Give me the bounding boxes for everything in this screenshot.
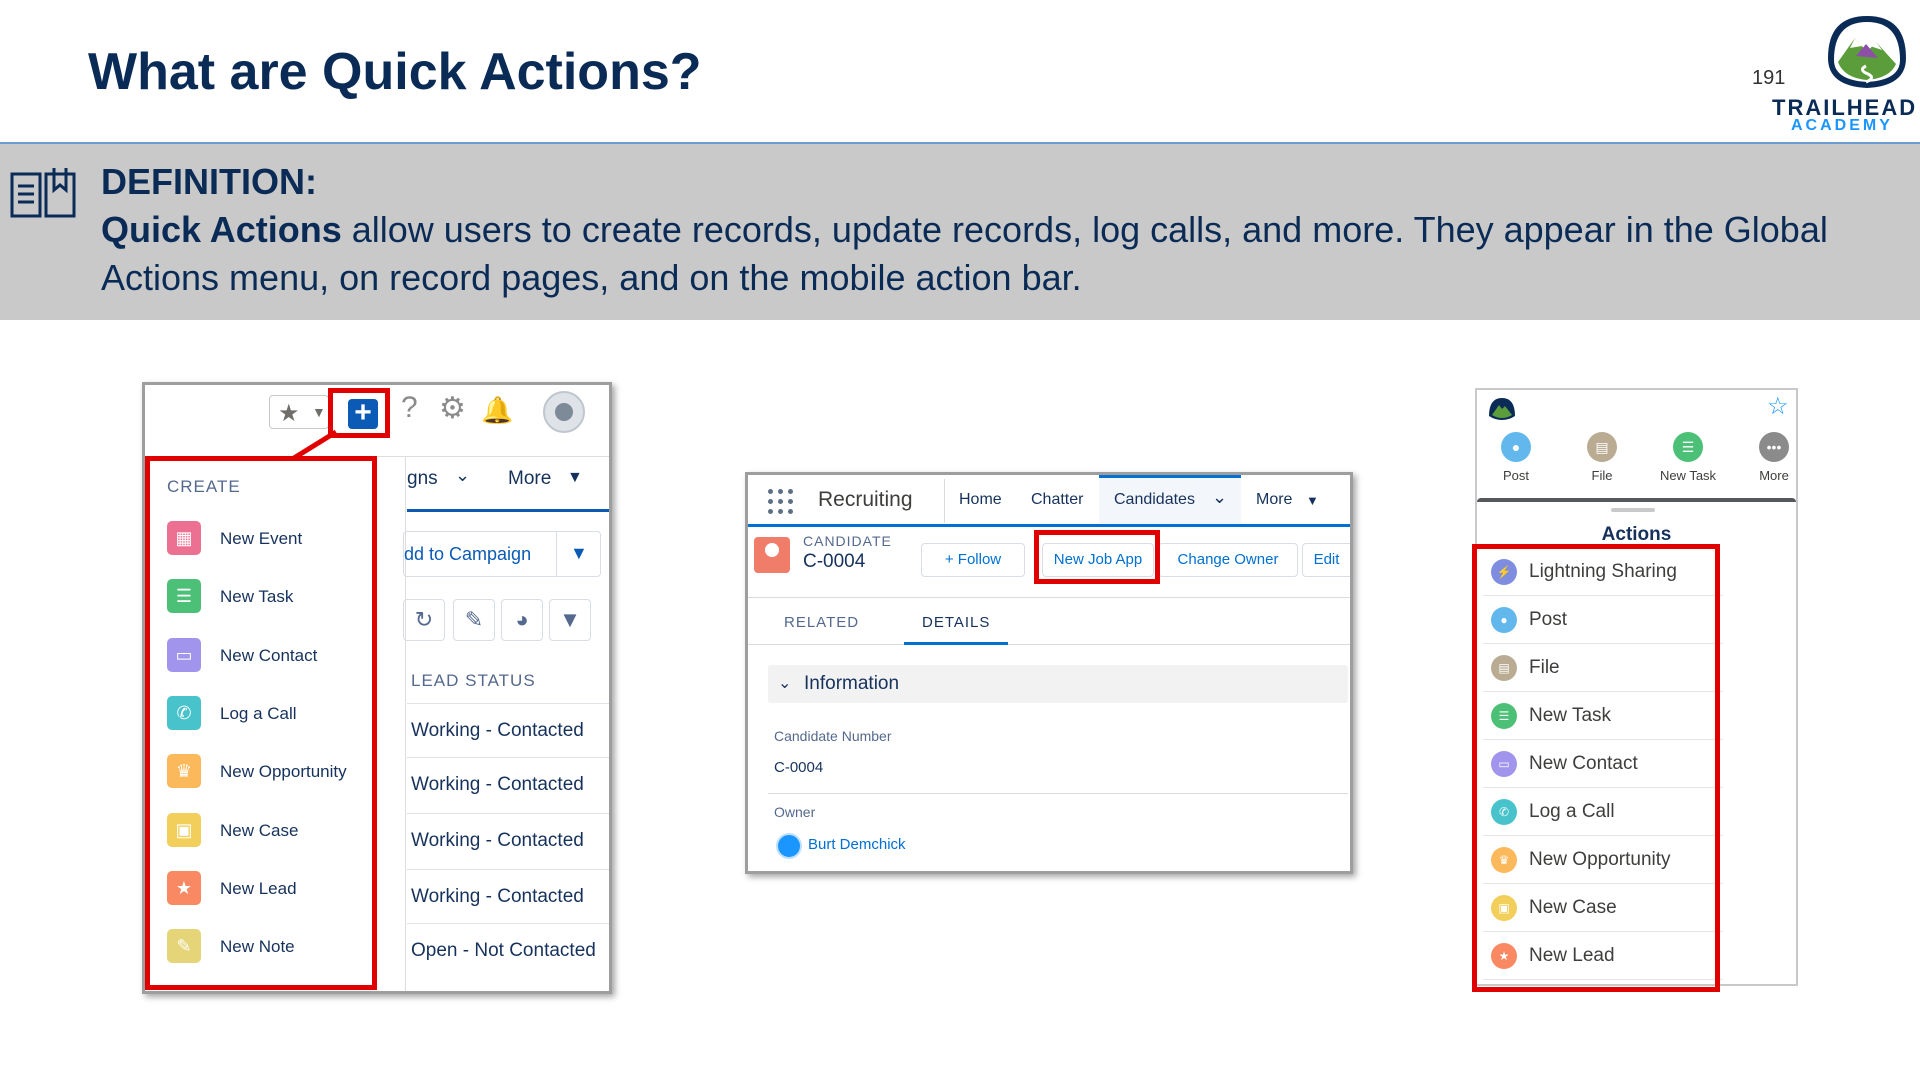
slide-title: What are Quick Actions? — [88, 43, 702, 101]
caret-down-icon[interactable]: ▼ — [570, 543, 588, 564]
chevron-down-icon[interactable]: ⌄ — [455, 465, 470, 486]
chevron-down-icon[interactable]: ⌄ — [1212, 487, 1227, 508]
chevron-down-icon: ▼ — [312, 404, 326, 420]
add-to-campaign-button[interactable]: dd to Campaign ▼ — [403, 531, 601, 577]
action-bar-label: Post — [1502, 468, 1529, 483]
nav-divider — [944, 479, 945, 523]
actions-heading: Actions — [1601, 524, 1672, 545]
help-icon[interactable]: ? — [401, 391, 418, 425]
tab-more[interactable]: More — [508, 468, 551, 490]
lead-status-cell: Working - Contacted — [411, 830, 584, 851]
logo-subtext: ACADEMY — [1791, 117, 1893, 134]
plus-icon: + — [944, 551, 958, 568]
app-name: Recruiting — [818, 488, 913, 511]
follow-button[interactable]: + Follow — [921, 543, 1025, 577]
follow-label: Follow — [957, 551, 1002, 568]
nav-candidates[interactable]: Candidates — [1114, 491, 1195, 509]
active-tab-underline — [904, 642, 1008, 645]
definition-text: Quick Actions allow users to create reco… — [101, 206, 1881, 302]
action-bar-label: New Task — [1659, 468, 1717, 483]
owner-avatar — [776, 833, 802, 859]
action-bar-label: File — [1591, 468, 1613, 483]
lead-status-column-header[interactable]: LEAD STATUS — [411, 671, 536, 691]
lead-status-cell: Working - Contacted — [411, 886, 584, 907]
definition-body: allow users to create records, update re… — [101, 209, 1828, 298]
section-title: Information — [804, 673, 900, 694]
app-launcher-icon[interactable] — [768, 489, 794, 515]
bell-icon[interactable]: 🔔 — [481, 395, 513, 426]
task-icon: ☰ — [1673, 432, 1703, 462]
candidate-icon — [754, 537, 790, 573]
avatar[interactable] — [543, 391, 585, 433]
trailhead-logo-icon — [1489, 398, 1515, 420]
active-tab-underline — [407, 509, 609, 512]
filter-icon[interactable]: ▼ — [549, 599, 591, 641]
chart-icon[interactable]: ◕ — [501, 599, 543, 641]
highlight-actions-list — [1472, 544, 1720, 992]
nav-more[interactable]: More — [1256, 491, 1292, 509]
tab-details[interactable]: DETAILS — [922, 614, 990, 631]
definition-heading: DEFINITION: — [101, 161, 317, 202]
field-value-candidate-number: C-0004 — [774, 759, 824, 776]
record-tabs: RELATED DETAILS — [748, 597, 1350, 645]
field-divider — [768, 793, 1348, 794]
file-icon: ▤ — [1587, 432, 1617, 462]
tab-related[interactable]: RELATED — [784, 614, 859, 631]
table-row: Open - Not Contacted — [407, 923, 609, 977]
action-bar-file[interactable]: ▤ File — [1567, 432, 1637, 483]
owner-link[interactable]: Burt Demchick — [808, 836, 906, 853]
gear-icon[interactable]: ⚙ — [439, 391, 466, 426]
app-navigation: Recruiting Home Chatter Candidates ⌄ Mor… — [748, 475, 1350, 527]
star-icon: ★ — [278, 400, 300, 427]
post-icon: ● — [1501, 432, 1531, 462]
book-icon — [10, 168, 76, 218]
change-owner-button[interactable]: Change Owner — [1158, 543, 1298, 577]
action-bar-label: More — [1759, 468, 1789, 483]
record-name: C-0004 — [803, 551, 866, 572]
nav-chatter[interactable]: Chatter — [1031, 491, 1083, 509]
field-label-owner: Owner — [774, 804, 816, 820]
field-label-candidate-number: Candidate Number — [774, 728, 892, 744]
table-row: Working - Contacted — [407, 757, 609, 811]
action-bar-post[interactable]: ● Post — [1481, 432, 1551, 483]
favorites-button[interactable]: ★ ▼ — [269, 395, 329, 429]
action-bar-new-task[interactable]: ☰ New Task — [1653, 432, 1723, 483]
nav-home[interactable]: Home — [959, 491, 1002, 509]
drag-handle[interactable] — [1611, 508, 1655, 512]
record-type: CANDIDATE — [803, 533, 892, 549]
table-row: Working - Contacted — [407, 703, 609, 757]
more-icon: ••• — [1759, 432, 1789, 462]
table-row: Working - Contacted — [407, 869, 609, 923]
edit-button[interactable]: Edit — [1302, 543, 1350, 577]
refresh-icon[interactable]: ↻ — [403, 599, 445, 641]
highlight-create-menu — [145, 456, 377, 990]
lead-status-cell: Working - Contacted — [411, 720, 584, 741]
tab-campaigns-partial[interactable]: gns — [407, 468, 438, 490]
action-bar-more[interactable]: ••• More — [1739, 432, 1809, 483]
button-divider — [556, 532, 557, 576]
information-section-header[interactable]: ⌄ Information — [768, 665, 1348, 703]
pencil-icon[interactable]: ✎ — [453, 599, 495, 641]
star-icon[interactable]: ☆ — [1767, 392, 1789, 421]
slide: What are Quick Actions? 191 TRAILHEAD AC… — [0, 0, 1920, 1080]
add-to-campaign-label: dd to Campaign — [404, 544, 532, 564]
table-row: Working - Contacted — [407, 813, 609, 867]
caret-down-icon[interactable]: ▼ — [567, 469, 583, 487]
lead-status-cell: Working - Contacted — [411, 774, 584, 795]
definition-term: Quick Actions — [101, 209, 342, 250]
highlight-new-job-app — [1034, 530, 1160, 584]
chevron-down-icon: ⌄ — [778, 675, 792, 692]
lead-status-cell: Open - Not Contacted — [411, 940, 596, 961]
caret-down-icon[interactable]: ▼ — [1306, 493, 1319, 508]
